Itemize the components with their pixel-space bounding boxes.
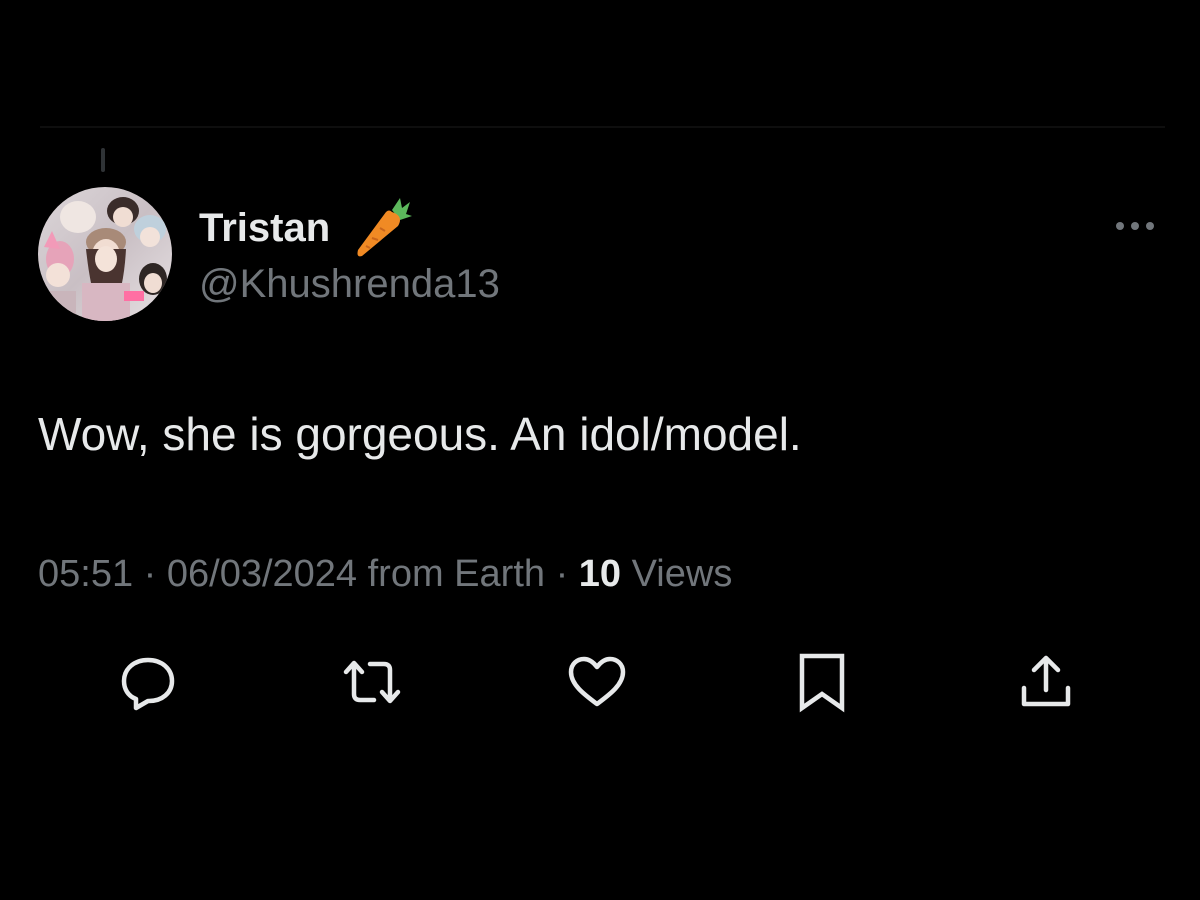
divider (40, 126, 1165, 128)
carrot-icon (357, 198, 412, 257)
views-label[interactable]: Views (632, 553, 733, 595)
reply-icon (121, 657, 175, 711)
heart-icon (568, 656, 626, 707)
meta-separator: · (555, 553, 569, 595)
tweet-metadata: 05:51 · 06/03/2024 from Earth · 10 Views (38, 550, 732, 598)
thread-connector-line (101, 148, 105, 172)
tweet-time[interactable]: 05:51 (38, 553, 133, 595)
avatar-image (38, 187, 172, 321)
bookmark-button[interactable] (790, 650, 854, 714)
avatar[interactable] (38, 187, 172, 321)
like-button[interactable] (565, 650, 629, 714)
share-button[interactable] (1014, 650, 1078, 714)
retweet-icon (343, 660, 401, 704)
bookmark-icon (799, 653, 845, 713)
tweet-detail-view: Tristan @Khushrenda13 Wow, she is gorgeo… (0, 0, 1200, 900)
retweet-button[interactable] (340, 650, 404, 714)
author-display-name[interactable]: Tristan (199, 204, 330, 252)
more-options-icon[interactable] (1112, 212, 1162, 240)
tweet-date[interactable]: 06/03/2024 (167, 553, 357, 595)
views-count[interactable]: 10 (579, 553, 621, 595)
tweet-text: Wow, she is gorgeous. An idol/model. (38, 408, 802, 460)
tweet-source: from Earth (367, 553, 546, 595)
author-handle[interactable]: @Khushrenda13 (199, 260, 500, 308)
meta-separator: · (143, 553, 157, 595)
share-icon (1021, 655, 1071, 707)
reply-button[interactable] (116, 650, 180, 714)
